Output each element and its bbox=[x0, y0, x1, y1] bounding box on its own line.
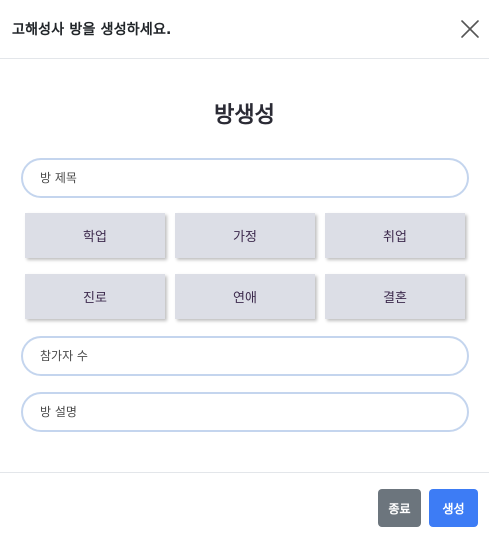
room-description-input[interactable] bbox=[21, 392, 469, 432]
category-button-study[interactable]: 학업 bbox=[25, 213, 165, 258]
modal-title: 고해성사 방을 생성하세요. bbox=[12, 22, 172, 38]
create-room-modal: 고해성사 방을 생성하세요. 방생성 학업 가정 취업 진로 연애 결혼 종료 … bbox=[0, 0, 489, 541]
close-button[interactable] bbox=[458, 17, 482, 41]
end-button[interactable]: 종료 bbox=[378, 489, 421, 527]
room-title-input[interactable] bbox=[21, 158, 469, 198]
category-button-career[interactable]: 진로 bbox=[25, 274, 165, 319]
modal-header: 고해성사 방을 생성하세요. bbox=[0, 0, 489, 59]
category-button-family[interactable]: 가정 bbox=[175, 213, 315, 258]
category-button-romance[interactable]: 연애 bbox=[175, 274, 315, 319]
close-x-icon bbox=[461, 20, 479, 38]
create-button[interactable]: 생성 bbox=[429, 489, 478, 527]
create-room-heading: 방생성 bbox=[214, 103, 275, 128]
category-button-employment[interactable]: 취업 bbox=[325, 213, 465, 258]
modal-footer: 종료 생성 bbox=[0, 472, 489, 541]
category-button-marriage[interactable]: 결혼 bbox=[325, 274, 465, 319]
participants-input[interactable] bbox=[21, 336, 469, 376]
modal-body: 방생성 학업 가정 취업 진로 연애 결혼 bbox=[0, 59, 489, 472]
